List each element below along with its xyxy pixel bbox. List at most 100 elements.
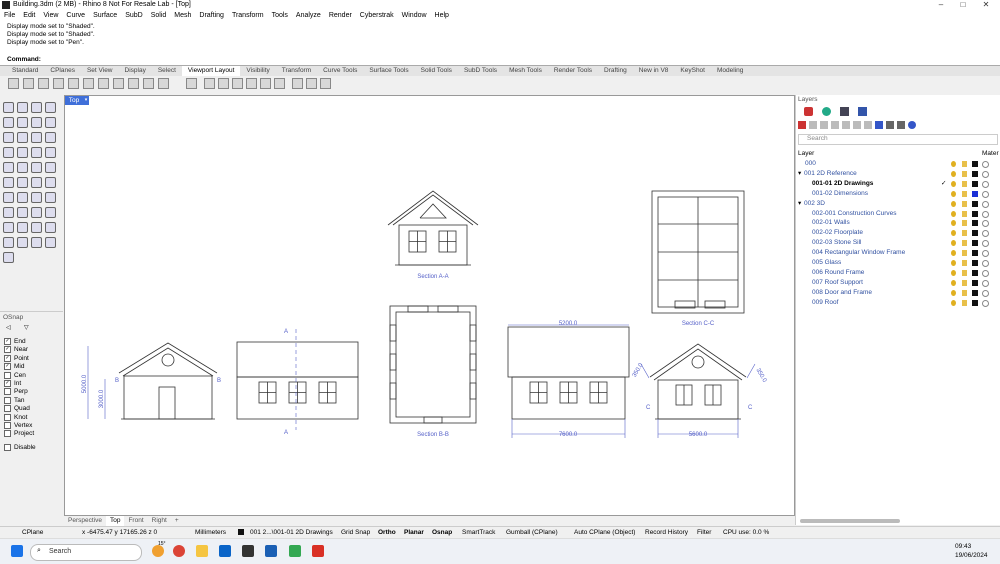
- visibility-bulb-icon[interactable]: [951, 161, 956, 167]
- materials-tab-icon[interactable]: [822, 107, 831, 116]
- layer-color-swatch[interactable]: [972, 210, 978, 217]
- print-icon[interactable]: [292, 78, 303, 89]
- checkbox[interactable]: [4, 422, 11, 429]
- menu-cyberstrak[interactable]: Cyberstrak: [356, 11, 398, 21]
- tab-cplanes[interactable]: CPlanes: [44, 66, 81, 76]
- dimension-icon[interactable]: [3, 207, 14, 218]
- minimize-button[interactable]: –: [930, 0, 952, 11]
- filter-icon[interactable]: [875, 121, 883, 129]
- lock-icon[interactable]: [962, 190, 967, 197]
- visibility-bulb-icon[interactable]: [951, 230, 956, 237]
- move-down-icon[interactable]: [853, 121, 861, 129]
- lock-icon[interactable]: [962, 230, 967, 237]
- layer-color-swatch[interactable]: [972, 200, 978, 207]
- tab-display[interactable]: Display: [119, 66, 152, 76]
- layer-row[interactable]: ▾ 002 3D: [796, 199, 1000, 209]
- material-icon[interactable]: [982, 161, 989, 168]
- checkmark-icon[interactable]: [31, 237, 42, 248]
- rhino-taskbar-icon[interactable]: [242, 545, 254, 557]
- layers-scrollbar[interactable]: [800, 519, 900, 523]
- maximize-viewport-icon[interactable]: [83, 78, 94, 89]
- tab-surface-tools[interactable]: Surface Tools: [363, 66, 414, 76]
- osnap-cen[interactable]: Cen: [4, 371, 26, 379]
- layer-row[interactable]: 008 Door and Frame: [796, 288, 1000, 298]
- layer-color-swatch[interactable]: [972, 170, 978, 177]
- menu-mesh[interactable]: Mesh: [170, 11, 195, 21]
- material-icon[interactable]: [982, 180, 989, 188]
- viewport-top[interactable]: Section A-A Section C-C Section B-B 5200…: [64, 95, 795, 516]
- gumball-icon[interactable]: [3, 237, 14, 248]
- menu-edit[interactable]: Edit: [19, 11, 39, 21]
- lock-icon[interactable]: [3, 177, 14, 188]
- layer-row[interactable]: 002-01 Walls: [796, 218, 1000, 228]
- zoom-icon[interactable]: [143, 78, 154, 89]
- layer-name[interactable]: 009 Roof: [812, 298, 838, 308]
- menu-analyze[interactable]: Analyze: [292, 11, 325, 21]
- shell-icon[interactable]: [31, 162, 42, 173]
- detail-lock-icon[interactable]: [274, 78, 285, 89]
- check-icon[interactable]: [17, 222, 28, 233]
- material-icon[interactable]: [982, 210, 989, 218]
- visibility-bulb-icon[interactable]: [951, 180, 956, 187]
- free-form-icon[interactable]: [17, 132, 28, 143]
- maximize-button[interactable]: □: [952, 0, 974, 11]
- tab-subd-tools[interactable]: SubD Tools: [458, 66, 503, 76]
- material-icon[interactable]: [982, 240, 989, 248]
- tab-new-in-v8[interactable]: New in V8: [633, 66, 675, 76]
- layer-name[interactable]: 006 Round Frame: [812, 268, 864, 278]
- status-record-history[interactable]: Record History: [645, 529, 688, 536]
- help-icon[interactable]: [908, 121, 916, 129]
- split-vertical-icon[interactable]: [38, 78, 49, 89]
- arc-icon[interactable]: [3, 132, 14, 143]
- layer-row[interactable]: 002-02 Floorplate: [796, 228, 1000, 238]
- tab-render-tools[interactable]: Render Tools: [548, 66, 598, 76]
- osnap-quad[interactable]: Quad: [4, 405, 30, 413]
- checkbox[interactable]: [4, 430, 11, 438]
- box-icon[interactable]: [3, 147, 14, 158]
- layer-name[interactable]: 008 Door and Frame: [812, 288, 872, 298]
- material-icon[interactable]: [982, 170, 989, 178]
- layer-color-swatch[interactable]: [972, 220, 978, 227]
- tab-mesh-tools[interactable]: Mesh Tools: [503, 66, 548, 76]
- select-arrow-icon[interactable]: [3, 102, 14, 113]
- lock-icon[interactable]: [962, 289, 967, 296]
- new-viewport-icon[interactable]: [8, 78, 19, 89]
- visibility-bulb-icon[interactable]: [951, 170, 956, 177]
- word-icon[interactable]: [265, 545, 277, 557]
- block-icon[interactable]: [45, 207, 56, 218]
- lock-icon[interactable]: [962, 180, 967, 187]
- material-icon[interactable]: [982, 260, 989, 267]
- delete-layer-icon[interactable]: [820, 121, 828, 129]
- windows-start-icon[interactable]: [11, 545, 23, 557]
- surface-plane-icon[interactable]: [31, 132, 42, 143]
- trim-icon[interactable]: [31, 177, 42, 188]
- layer-row[interactable]: 004 Rectangular Window Frame: [796, 248, 1000, 258]
- layer-name[interactable]: 004 Rectangular Window Frame: [812, 248, 905, 258]
- layer-row[interactable]: 005 Glass: [796, 258, 1000, 268]
- tab-select[interactable]: Select: [152, 66, 182, 76]
- status-filter[interactable]: Filter: [697, 529, 711, 536]
- layer-row[interactable]: 007 Roof Support: [796, 278, 1000, 288]
- status-smarttrack[interactable]: SmartTrack: [462, 529, 495, 536]
- new-layer-icon[interactable]: [798, 121, 806, 129]
- warning-icon[interactable]: [3, 252, 14, 263]
- layer-name[interactable]: 002-03 Stone Sill: [812, 238, 862, 248]
- columns-icon[interactable]: [886, 121, 894, 129]
- viewport-properties-icon[interactable]: [158, 78, 169, 89]
- osnap-project[interactable]: Project: [4, 430, 34, 438]
- checkbox[interactable]: [4, 405, 11, 413]
- lock-icon[interactable]: [962, 240, 967, 247]
- layer-name[interactable]: 007 Roof Support: [812, 278, 863, 288]
- tab-top[interactable]: Top: [105, 516, 125, 526]
- cage-edit-icon[interactable]: [17, 237, 28, 248]
- page-icon[interactable]: [204, 78, 215, 89]
- viewport-menu-chevron-icon[interactable]: ▾: [83, 96, 89, 105]
- clock-time[interactable]: 09:43: [955, 543, 971, 550]
- layer-name[interactable]: 001-01 2D Drawings: [812, 179, 873, 189]
- chrome-icon[interactable]: [173, 545, 185, 557]
- scale-icon[interactable]: [31, 192, 42, 203]
- lock-icon[interactable]: [962, 269, 967, 276]
- split-horizontal-icon[interactable]: [23, 78, 34, 89]
- layer-color-swatch[interactable]: [972, 260, 978, 266]
- polyline-icon[interactable]: [31, 102, 42, 113]
